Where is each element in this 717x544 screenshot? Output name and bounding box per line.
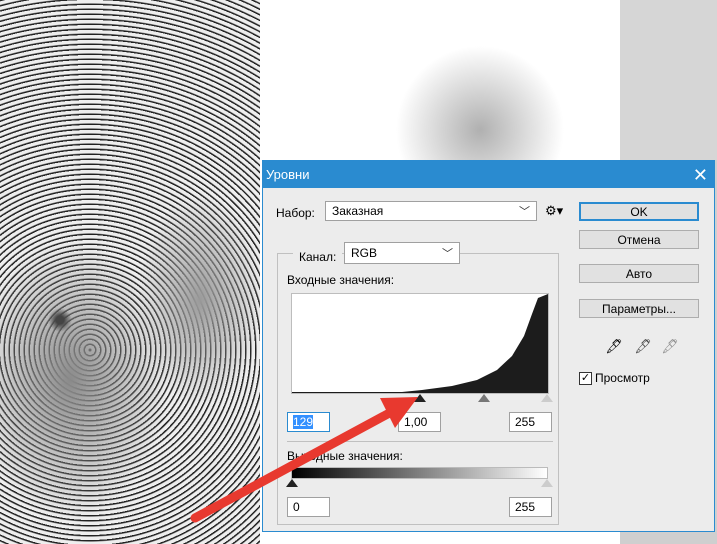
red-arrow-annotation	[190, 397, 418, 523]
